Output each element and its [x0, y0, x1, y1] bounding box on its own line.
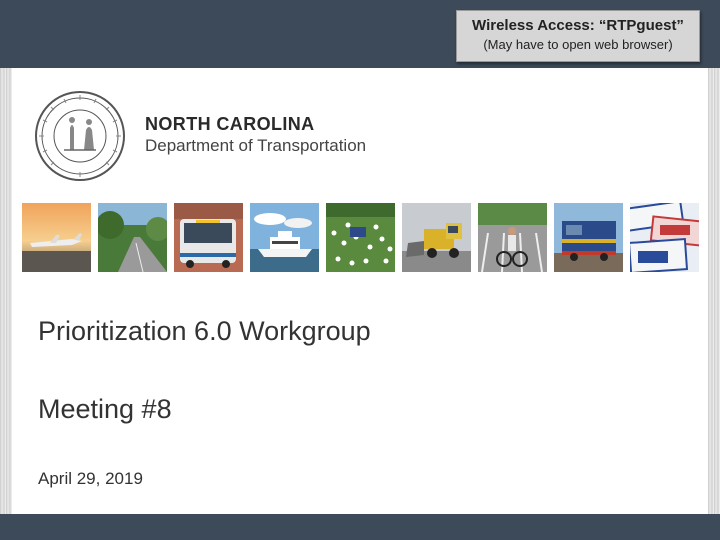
photo-train [554, 203, 623, 272]
photo-ferry [250, 203, 319, 272]
wireless-access-notice: Wireless Access: “RTPguest” (May have to… [456, 10, 700, 62]
photo-road [98, 203, 167, 272]
slide-right-edge [708, 68, 720, 514]
org-department: Department of Transportation [145, 136, 367, 155]
photo-airplane [22, 203, 91, 272]
org-name: NORTH CAROLINA [145, 114, 315, 134]
slide-left-edge [0, 68, 12, 514]
photo-bus [174, 203, 243, 272]
photo-license-plates [630, 203, 699, 272]
photo-wildflowers [326, 203, 395, 272]
wireless-network-name: Wireless Access: “RTPguest” [472, 17, 684, 34]
slide-title: Prioritization 6.0 Workgroup [38, 316, 371, 346]
wireless-note: (May have to open web browser) [483, 37, 673, 52]
slide-subtitle: Meeting #8 [38, 394, 172, 424]
photo-cyclist [478, 203, 547, 272]
bottom-band [0, 514, 720, 540]
slide-date: April 29, 2019 [38, 469, 143, 488]
photo-snowplow [402, 203, 471, 272]
state-seal-icon [34, 90, 126, 182]
